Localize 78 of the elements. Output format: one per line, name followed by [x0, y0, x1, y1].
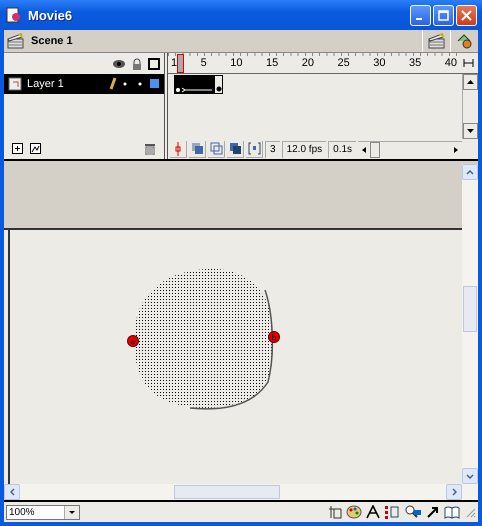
frame-number: 1 — [171, 57, 178, 69]
scroll-left-button[interactable] — [4, 484, 20, 500]
movie-document-icon — [6, 7, 22, 23]
trash-icon[interactable] — [144, 143, 156, 155]
right-chevron-icon — [452, 488, 456, 496]
frame-number: 30 — [373, 57, 386, 69]
center-frame-button[interactable] — [170, 140, 187, 158]
outline-icon[interactable] — [148, 58, 160, 70]
onion-outlines-button[interactable] — [208, 140, 225, 158]
down-chevron-icon — [466, 474, 474, 478]
lock-icon[interactable] — [132, 58, 142, 70]
components-icon[interactable] — [384, 505, 400, 519]
down-triangle-icon — [467, 129, 474, 133]
scene-name: Scene 1 — [31, 35, 74, 47]
minimize-icon — [416, 18, 422, 20]
resize-grip-icon[interactable] — [464, 506, 476, 518]
minimize-button[interactable] — [410, 4, 431, 26]
arrow-icon[interactable] — [426, 505, 440, 519]
frame-number: 35 — [409, 57, 422, 69]
scroll-thumb[interactable] — [463, 286, 477, 332]
center-frame-icon[interactable] — [463, 57, 475, 69]
layer-name: Layer 1 — [27, 78, 65, 90]
book-icon[interactable] — [444, 505, 460, 519]
maximize-icon — [438, 10, 449, 20]
left-chevron-icon — [10, 488, 14, 496]
scroll-thumb[interactable] — [174, 485, 280, 499]
frame-ruler[interactable]: 1 5 10 15 20 25 30 35 40 — [168, 53, 460, 73]
eye-icon[interactable] — [112, 58, 126, 68]
elapsed-time: 0.1s — [328, 140, 356, 158]
shape-hint-marker[interactable]: a — [127, 335, 139, 347]
onion-skin-button[interactable] — [189, 140, 206, 158]
frame-number: 15 — [266, 57, 278, 69]
scroll-down-button[interactable] — [463, 123, 478, 139]
up-chevron-icon — [466, 170, 474, 174]
layer-color-swatch[interactable] — [150, 79, 160, 89]
onion-outlines-icon — [210, 142, 222, 155]
current-frame: 3 — [265, 140, 280, 158]
multiple-frames-icon — [228, 142, 242, 155]
scroll-thumb[interactable] — [370, 142, 380, 158]
shapes-icon — [456, 33, 474, 49]
dropdown-arrow-icon — [69, 510, 75, 514]
clapper-icon — [7, 33, 25, 49]
tween-arrow-icon — [176, 86, 213, 92]
edit-multiple-frames-button[interactable] — [227, 140, 244, 158]
visible-dot-icon[interactable] — [122, 81, 128, 87]
end-keyframe[interactable] — [215, 74, 223, 94]
window-title: Movie6 — [28, 8, 74, 22]
frame-rate: 12.0 fps — [282, 140, 326, 158]
dotted-shape[interactable] — [134, 269, 274, 410]
zoom-dropdown[interactable]: 100% — [6, 504, 80, 520]
pencil-icon — [109, 77, 117, 91]
onion-markers-icon — [248, 142, 260, 155]
onion-markers-button[interactable] — [246, 140, 263, 158]
palette-icon[interactable] — [346, 505, 362, 519]
clapper-icon — [428, 33, 446, 49]
layer-icon — [8, 77, 22, 91]
up-triangle-icon — [467, 80, 474, 84]
add-guide-layer-icon[interactable] — [30, 143, 42, 155]
scroll-right-button[interactable] — [446, 484, 462, 500]
shape-hint-marker[interactable]: b — [268, 331, 280, 343]
maximize-button[interactable] — [433, 4, 454, 26]
shape-tween-span[interactable] — [174, 74, 215, 94]
close-icon — [461, 10, 472, 20]
keyframe-dot-icon — [216, 84, 222, 92]
onion-skin-icon — [190, 142, 204, 155]
frame-number: 20 — [302, 57, 314, 69]
frame-number: 10 — [230, 57, 242, 69]
close-button[interactable] — [456, 4, 477, 26]
add-layer-icon[interactable] — [12, 143, 24, 155]
font-icon[interactable] — [366, 505, 380, 519]
frame-number: 40 — [444, 57, 457, 69]
grid-icon[interactable] — [328, 505, 342, 519]
scroll-up-button[interactable] — [463, 74, 478, 90]
movie-explorer-icon[interactable] — [404, 505, 422, 519]
frame-number: 25 — [338, 57, 350, 69]
frame-number: 5 — [200, 57, 207, 69]
playhead-marker-icon — [174, 142, 182, 156]
layer-row[interactable]: Layer 1 — [4, 74, 164, 94]
